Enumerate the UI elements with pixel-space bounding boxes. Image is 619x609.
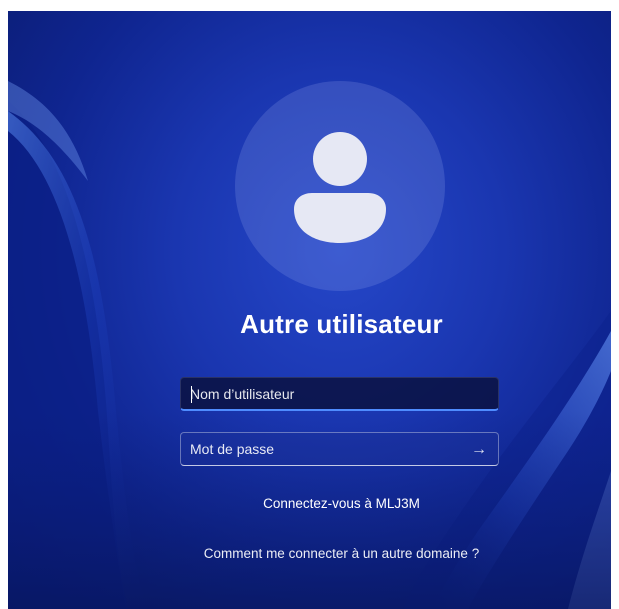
user-name-title: Autre utilisateur (240, 309, 443, 339)
person-icon (294, 132, 386, 243)
password-input[interactable] (181, 433, 498, 465)
text-caret (191, 386, 192, 403)
other-domain-link[interactable]: Comment me connecter à un autre domaine … (8, 546, 611, 561)
password-field[interactable]: → (180, 432, 499, 466)
lock-screen: Autre utilisateur → Connectez-vous à MLJ… (8, 11, 611, 609)
username-field[interactable] (180, 377, 499, 411)
arrow-right-icon[interactable]: → (468, 439, 490, 461)
username-input[interactable] (181, 378, 498, 409)
sign-in-to-machine-link[interactable]: Connectez-vous à MLJ3M (8, 496, 611, 511)
